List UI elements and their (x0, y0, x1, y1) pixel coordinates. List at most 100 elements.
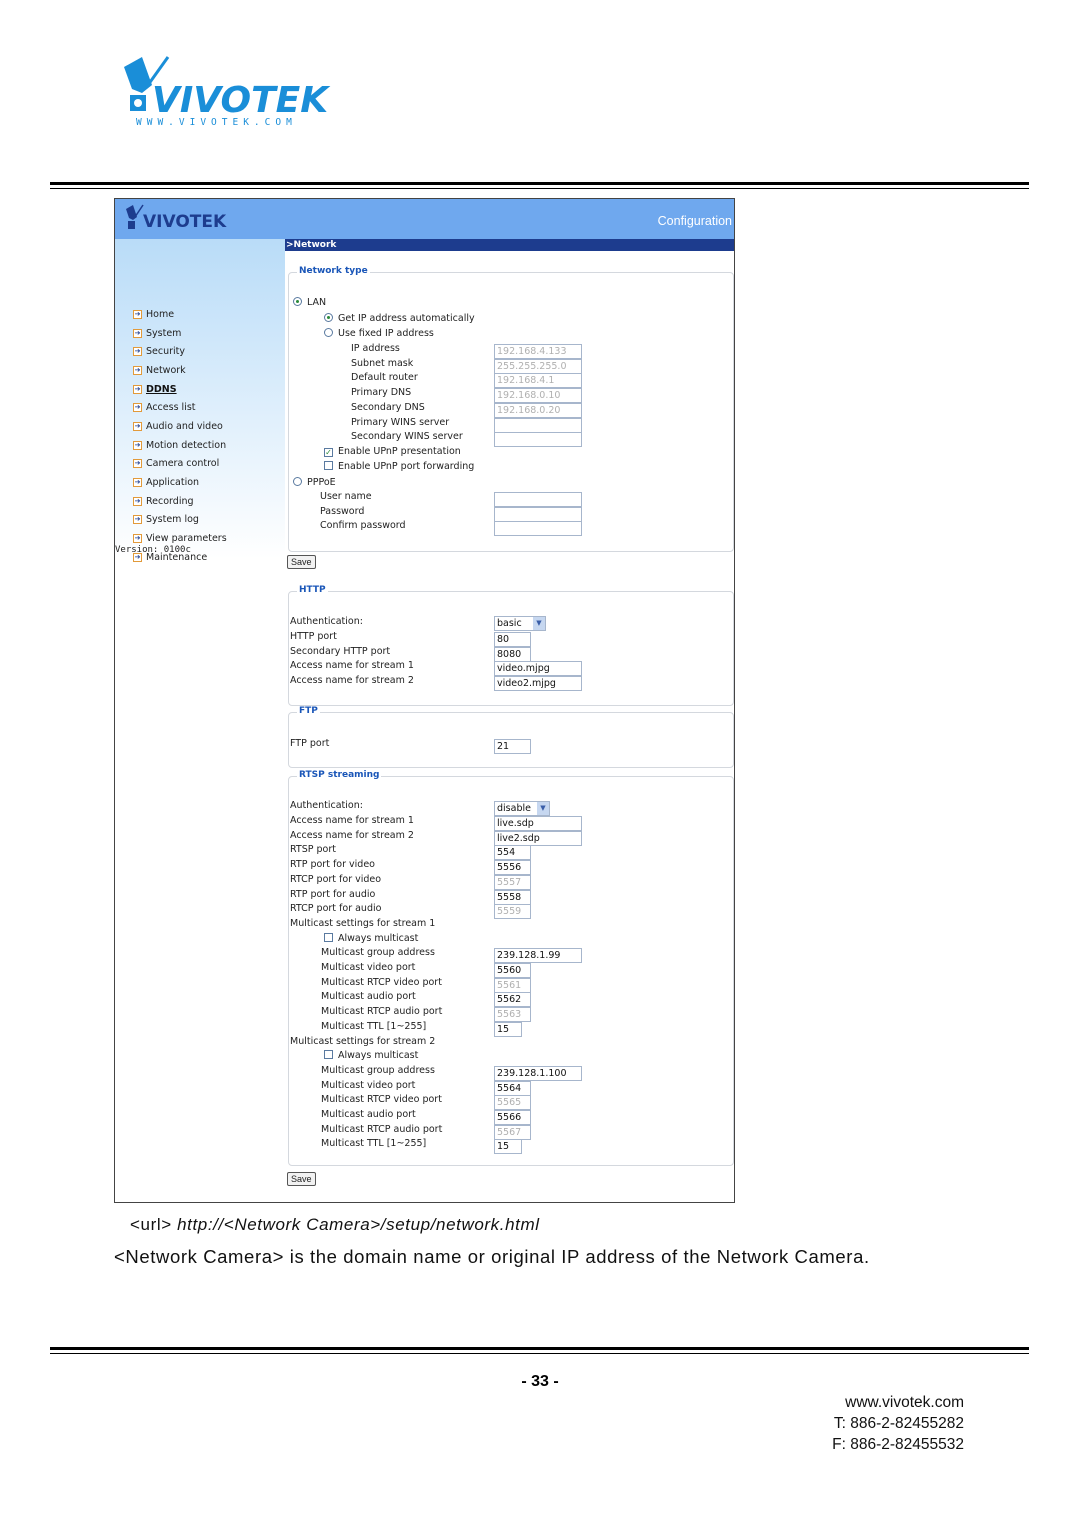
multicast-field-input[interactable]: 5566 (494, 1110, 531, 1125)
pppoe-field-input[interactable] (494, 521, 582, 537)
arrow-right-icon: ➔ (133, 496, 142, 506)
lan-field-input[interactable]: 192.168.0.20 (494, 402, 582, 418)
radio-icon[interactable] (293, 477, 302, 486)
checkbox-icon[interactable] (324, 461, 333, 470)
upnp-forwarding-checkbox[interactable]: Enable UPnP port forwarding (324, 461, 474, 472)
always-multicast-checkbox[interactable]: Always multicast (324, 932, 418, 944)
sidebar-item-recording[interactable]: ➔ Recording (133, 492, 227, 511)
lan-radio[interactable]: LAN (293, 297, 326, 308)
sidebar-item-audio-and-video[interactable]: ➔ Audio and video (133, 417, 227, 436)
field-label: Multicast audio port (321, 1109, 416, 1120)
arrow-right-icon: ➔ (133, 309, 142, 319)
header-title: Configuration (657, 214, 732, 228)
lan-field-input[interactable]: 255.255.255.0 (494, 358, 582, 374)
sidebar-item-label: Recording (146, 495, 194, 507)
sidebar-item-network[interactable]: ➔ Network (133, 361, 227, 380)
multicast-field-input[interactable]: 5560 (494, 963, 531, 978)
auto-ip-radio[interactable]: Get IP address automatically (324, 313, 475, 324)
pppoe-radio[interactable]: PPPoE (293, 477, 336, 488)
always-multicast-checkbox[interactable]: Always multicast (324, 1050, 418, 1061)
caption-note: <Network Camera> is the domain name or o… (114, 1246, 870, 1267)
rtsp-field-input[interactable]: 5556 (494, 860, 531, 876)
app-header: VIVOTEK Configuration (115, 199, 734, 239)
arrow-right-icon: ➔ (133, 384, 142, 394)
lan-field-input[interactable]: 192.168.4.1 (494, 373, 582, 389)
multicast-field-input[interactable]: 15 (494, 1139, 522, 1155)
field-label: RTP port for audio (290, 888, 376, 900)
field-label: Default router (351, 372, 418, 384)
lan-field-input[interactable]: 192.168.0.10 (494, 388, 582, 404)
arrow-right-icon: ➔ (133, 365, 142, 375)
rtsp-field-input[interactable]: 5559 (494, 904, 531, 920)
arrow-right-icon: ➔ (133, 440, 142, 450)
pppoe-field-input[interactable] (494, 506, 582, 522)
sidebar-item-camera-control[interactable]: ➔ Camera control (133, 455, 227, 474)
radio-icon[interactable] (324, 313, 333, 322)
http-field-input[interactable]: video2.mjpg (494, 676, 582, 692)
ftp-port-input[interactable]: 21 (494, 739, 531, 754)
checkbox-icon[interactable] (324, 932, 333, 942)
section-title: RTSP streaming (297, 770, 382, 780)
sidebar-item-home[interactable]: ➔ Home (133, 305, 227, 324)
radio-icon[interactable] (324, 328, 333, 337)
sidebar-item-application[interactable]: ➔ Application (133, 473, 227, 492)
rtsp-field-input[interactable]: 5558 (494, 889, 531, 905)
multicast-field-input[interactable]: 5563 (494, 1007, 531, 1023)
arrow-right-icon: ➔ (133, 328, 142, 338)
section-title: Network type (297, 266, 370, 276)
fixed-ip-radio[interactable]: Use fixed IP address (324, 328, 434, 339)
svg-text:VIVOTEK: VIVOTEK (143, 212, 227, 232)
chevron-down-icon[interactable]: ▼ (533, 617, 545, 630)
multicast-field-input[interactable]: 15 (494, 1021, 522, 1037)
http-field-input[interactable]: 8080 (494, 646, 531, 662)
rtsp-field-input[interactable]: live.sdp (494, 816, 582, 831)
save-button[interactable]: Save (287, 555, 316, 569)
pppoe-field-input[interactable] (494, 492, 582, 507)
multicast-field-input[interactable]: 5561 (494, 977, 531, 993)
sidebar-item-ddns[interactable]: ➔ DDNS (133, 380, 227, 399)
multicast-heading: Multicast settings for stream 2 (290, 1035, 436, 1047)
field-label: IP address (351, 343, 400, 354)
http-auth-select[interactable]: basic ▼ (494, 616, 546, 631)
header-rule (50, 182, 1029, 189)
lan-field-input[interactable] (494, 432, 582, 448)
rtsp-field-input[interactable]: 5557 (494, 874, 531, 890)
save-button-bottom[interactable]: Save (287, 1172, 316, 1186)
rtsp-field-input[interactable]: live2.sdp (494, 830, 582, 846)
multicast-field-input[interactable]: 5564 (494, 1080, 531, 1096)
rtsp-auth-select[interactable]: disable ▼ (494, 801, 550, 816)
multicast-field-input[interactable]: 239.128.1.99 (494, 948, 582, 964)
upnp-presentation-checkbox[interactable]: ✓ Enable UPnP presentation (324, 446, 461, 457)
lan-field-input[interactable] (494, 417, 582, 433)
rtsp-field-input[interactable]: 554 (494, 845, 531, 861)
sidebar-item-motion-detection[interactable]: ➔ Motion detection (133, 436, 227, 455)
multicast-field-input[interactable]: 5567 (494, 1124, 531, 1140)
http-field-input[interactable]: 80 (494, 632, 531, 647)
sidebar-item-label: Camera control (146, 458, 220, 470)
chevron-down-icon[interactable]: ▼ (537, 802, 549, 815)
sidebar-item-system[interactable]: ➔ System (133, 324, 227, 343)
field-label: RTCP port for video (290, 873, 382, 885)
sidebar-item-label: Security (146, 346, 186, 358)
ftp-port-label: FTP port (290, 738, 330, 749)
field-label: User name (320, 491, 372, 502)
field-label: Multicast TTL [1~255] (321, 1020, 427, 1032)
telephone: T: 886-2-82455282 (833, 1415, 964, 1432)
url-caption: <url> http://<Network Camera>/setup/netw… (130, 1215, 540, 1234)
http-field-input[interactable]: video.mjpg (494, 661, 582, 677)
radio-icon[interactable] (293, 297, 302, 306)
sidebar-item-access-list[interactable]: ➔ Access list (133, 398, 227, 417)
checkbox-checked-icon[interactable]: ✓ (324, 448, 333, 457)
sidebar-item-label: System (146, 327, 182, 339)
sidebar-item-label: View parameters (146, 533, 227, 545)
multicast-field-input[interactable]: 5562 (494, 992, 531, 1008)
sidebar-item-security[interactable]: ➔ Security (133, 342, 227, 361)
lan-field-input[interactable]: 192.168.4.133 (494, 344, 582, 359)
field-label: Multicast RTCP audio port (321, 1006, 443, 1018)
multicast-field-input[interactable]: 5565 (494, 1095, 531, 1111)
sidebar-item-label: DDNS (146, 383, 177, 395)
multicast-field-input[interactable]: 239.128.1.100 (494, 1065, 582, 1081)
sidebar-item-label: Audio and video (146, 420, 223, 432)
checkbox-icon[interactable] (324, 1050, 333, 1060)
sidebar-item-system-log[interactable]: ➔ System log (133, 511, 227, 530)
